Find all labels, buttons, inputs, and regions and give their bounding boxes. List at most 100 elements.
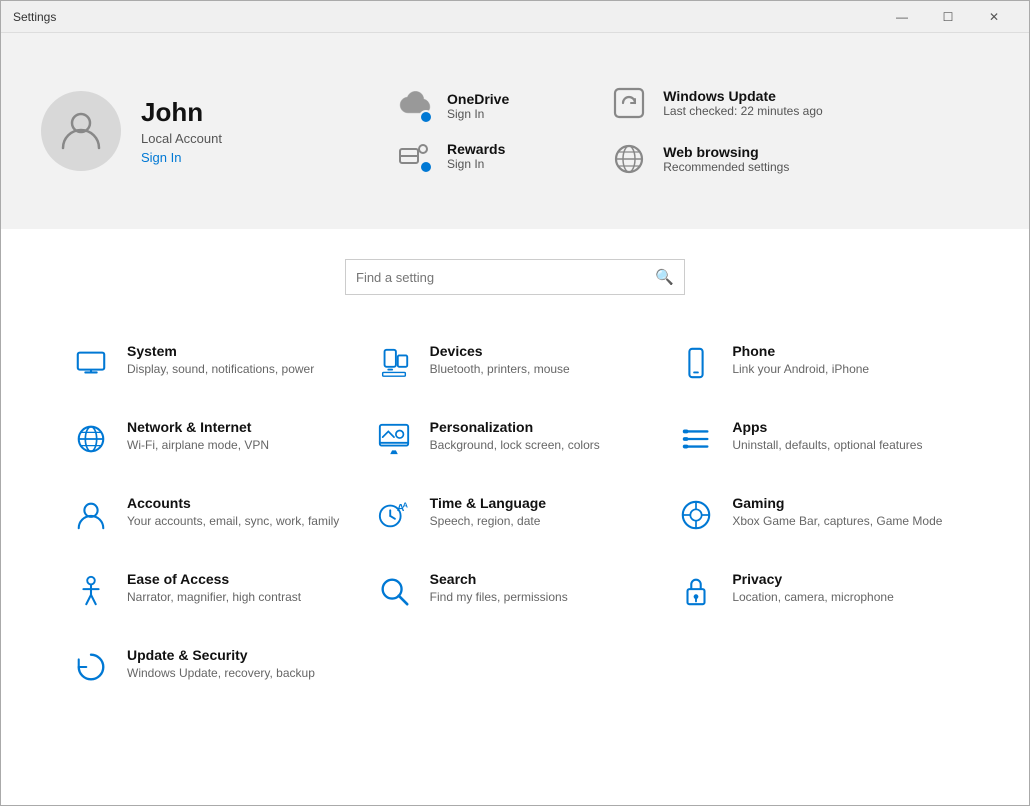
profile-signin-link[interactable]: Sign In bbox=[141, 150, 222, 165]
ease-of-access-desc: Narrator, magnifier, high contrast bbox=[127, 589, 301, 606]
update-security-name: Update & Security bbox=[127, 647, 315, 663]
phone-icon bbox=[676, 343, 716, 383]
close-button[interactable]: ✕ bbox=[971, 1, 1017, 33]
header-section: John Local Account Sign In OneDrive Sign… bbox=[1, 33, 1029, 229]
profile-info: John Local Account Sign In bbox=[141, 97, 222, 164]
accounts-setting[interactable]: Accounts Your accounts, email, sync, wor… bbox=[61, 477, 364, 553]
search-setting-icon bbox=[374, 571, 414, 611]
update-security-icon bbox=[71, 647, 111, 687]
ease-of-access-icon bbox=[71, 571, 111, 611]
privacy-icon bbox=[676, 571, 716, 611]
network-text: Network & Internet Wi-Fi, airplane mode,… bbox=[127, 419, 269, 454]
apps-name: Apps bbox=[732, 419, 922, 435]
devices-text: Devices Bluetooth, printers, mouse bbox=[430, 343, 570, 378]
search-icon: 🔍 bbox=[655, 268, 674, 286]
title-bar: Settings — ☐ ✕ bbox=[1, 1, 1029, 33]
network-desc: Wi-Fi, airplane mode, VPN bbox=[127, 437, 269, 454]
phone-setting[interactable]: Phone Link your Android, iPhone bbox=[666, 325, 969, 401]
search-bar: 🔍 bbox=[345, 259, 685, 295]
info-section: Windows Update Last checked: 22 minutes … bbox=[609, 83, 822, 179]
personalization-icon bbox=[374, 419, 414, 459]
search-setting-desc: Find my files, permissions bbox=[430, 589, 568, 606]
time-language-desc: Speech, region, date bbox=[430, 513, 546, 530]
onedrive-icon-wrap bbox=[391, 86, 435, 126]
window-controls: — ☐ ✕ bbox=[879, 1, 1017, 33]
personalization-setting[interactable]: Personalization Background, lock screen,… bbox=[364, 401, 667, 477]
apps-icon bbox=[676, 419, 716, 459]
ease-of-access-name: Ease of Access bbox=[127, 571, 301, 587]
gaming-name: Gaming bbox=[732, 495, 942, 511]
rewards-text: Rewards Sign In bbox=[447, 141, 505, 171]
onedrive-text: OneDrive Sign In bbox=[447, 91, 509, 121]
time-language-setting[interactable]: A A Time & Language Speech, region, date bbox=[364, 477, 667, 553]
windows-update-name: Windows Update bbox=[663, 88, 822, 104]
web-browsing-item[interactable]: Web browsing Recommended settings bbox=[609, 139, 822, 179]
devices-setting[interactable]: Devices Bluetooth, printers, mouse bbox=[364, 325, 667, 401]
system-desc: Display, sound, notifications, power bbox=[127, 361, 314, 378]
windows-update-icon-wrap bbox=[609, 83, 649, 123]
personalization-name: Personalization bbox=[430, 419, 600, 435]
onedrive-status-dot bbox=[419, 110, 433, 124]
ease-of-access-setting[interactable]: Ease of Access Narrator, magnifier, high… bbox=[61, 553, 364, 629]
rewards-item[interactable]: Rewards Sign In bbox=[391, 136, 509, 176]
devices-name: Devices bbox=[430, 343, 570, 359]
search-setting-name: Search bbox=[430, 571, 568, 587]
maximize-button[interactable]: ☐ bbox=[925, 1, 971, 33]
windows-update-icon bbox=[611, 85, 647, 121]
privacy-setting[interactable]: Privacy Location, camera, microphone bbox=[666, 553, 969, 629]
privacy-text: Privacy Location, camera, microphone bbox=[732, 571, 893, 606]
privacy-name: Privacy bbox=[732, 571, 893, 587]
web-browsing-name: Web browsing bbox=[663, 144, 789, 160]
profile-account-type: Local Account bbox=[141, 131, 222, 146]
system-name: System bbox=[127, 343, 314, 359]
apps-text: Apps Uninstall, defaults, optional featu… bbox=[732, 419, 922, 454]
system-setting[interactable]: System Display, sound, notifications, po… bbox=[61, 325, 364, 401]
privacy-desc: Location, camera, microphone bbox=[732, 589, 893, 606]
gaming-setting[interactable]: Gaming Xbox Game Bar, captures, Game Mod… bbox=[666, 477, 969, 553]
search-section: 🔍 bbox=[1, 229, 1029, 315]
ease-of-access-text: Ease of Access Narrator, magnifier, high… bbox=[127, 571, 301, 606]
update-security-setting[interactable]: Update & Security Windows Update, recove… bbox=[61, 629, 364, 705]
gaming-icon bbox=[676, 495, 716, 535]
time-language-name: Time & Language bbox=[430, 495, 546, 511]
network-name: Network & Internet bbox=[127, 419, 269, 435]
system-icon bbox=[71, 343, 111, 383]
phone-text: Phone Link your Android, iPhone bbox=[732, 343, 869, 378]
svg-text:A: A bbox=[402, 500, 408, 509]
search-input[interactable] bbox=[356, 270, 655, 285]
onedrive-item[interactable]: OneDrive Sign In bbox=[391, 86, 509, 126]
minimize-button[interactable]: — bbox=[879, 1, 925, 33]
rewards-icon-wrap bbox=[391, 136, 435, 176]
rewards-name: Rewards bbox=[447, 141, 505, 157]
windows-update-item[interactable]: Windows Update Last checked: 22 minutes … bbox=[609, 83, 822, 123]
onedrive-name: OneDrive bbox=[447, 91, 509, 107]
network-setting[interactable]: Network & Internet Wi-Fi, airplane mode,… bbox=[61, 401, 364, 477]
windows-update-text: Windows Update Last checked: 22 minutes … bbox=[663, 88, 822, 118]
rewards-status-dot bbox=[419, 160, 433, 174]
web-browsing-text: Web browsing Recommended settings bbox=[663, 144, 789, 174]
gaming-desc: Xbox Game Bar, captures, Game Mode bbox=[732, 513, 942, 530]
apps-setting[interactable]: Apps Uninstall, defaults, optional featu… bbox=[666, 401, 969, 477]
avatar bbox=[41, 91, 121, 171]
update-security-desc: Windows Update, recovery, backup bbox=[127, 665, 315, 682]
web-browsing-icon bbox=[611, 141, 647, 177]
accounts-text: Accounts Your accounts, email, sync, wor… bbox=[127, 495, 339, 530]
devices-icon bbox=[374, 343, 414, 383]
settings-grid: System Display, sound, notifications, po… bbox=[1, 325, 1029, 705]
app-title: Settings bbox=[13, 10, 56, 24]
phone-name: Phone bbox=[732, 343, 869, 359]
search-setting[interactable]: Search Find my files, permissions bbox=[364, 553, 667, 629]
gaming-text: Gaming Xbox Game Bar, captures, Game Mod… bbox=[732, 495, 942, 530]
accounts-desc: Your accounts, email, sync, work, family bbox=[127, 513, 339, 530]
web-browsing-sub: Recommended settings bbox=[663, 160, 789, 174]
update-security-text: Update & Security Windows Update, recove… bbox=[127, 647, 315, 682]
rewards-sub: Sign In bbox=[447, 157, 505, 171]
time-language-text: Time & Language Speech, region, date bbox=[430, 495, 546, 530]
search-setting-text: Search Find my files, permissions bbox=[430, 571, 568, 606]
accounts-name: Accounts bbox=[127, 495, 339, 511]
personalization-desc: Background, lock screen, colors bbox=[430, 437, 600, 454]
time-language-icon: A A bbox=[374, 495, 414, 535]
services-section: OneDrive Sign In Rewards Sign In bbox=[391, 86, 509, 176]
phone-desc: Link your Android, iPhone bbox=[732, 361, 869, 378]
accounts-icon bbox=[71, 495, 111, 535]
